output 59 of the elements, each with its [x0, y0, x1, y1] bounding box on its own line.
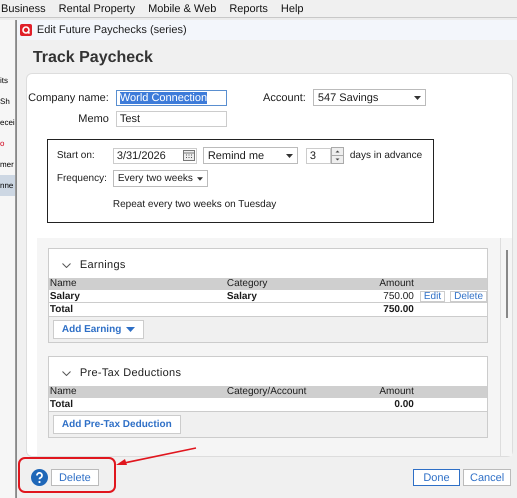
field-label: Account:	[262, 92, 307, 104]
field-label: Start on:	[56, 150, 96, 161]
section-title: Pre-Tax Deductions	[80, 367, 182, 379]
column-header: Amount	[346, 386, 414, 398]
done-button[interactable]: Done	[413, 469, 460, 486]
caret-icon	[414, 96, 421, 100]
frequency-dropdown[interactable]: Every two weeks	[112, 170, 208, 187]
column-header: Category	[226, 278, 346, 290]
menu-item[interactable]: Rental Property	[58, 2, 136, 14]
total-amount: 0.00	[393, 398, 414, 411]
days-label: days in advance	[350, 150, 422, 161]
window-title: Edit Future Paychecks (series)	[36, 24, 187, 36]
table-cell: Salary	[48, 290, 226, 303]
section-title: Earnings	[80, 259, 126, 271]
field-label: Company name:	[27, 92, 110, 104]
table-cell: Salary	[226, 290, 346, 303]
caret-icon	[196, 176, 203, 180]
reminder-dropdown[interactable]: Remind me	[202, 147, 298, 164]
caret-icon	[286, 154, 293, 158]
add-button[interactable]: Add Pre-Tax Deduction	[52, 415, 181, 434]
scrollbar[interactable]	[506, 250, 508, 318]
total-label: Total	[48, 303, 74, 316]
background-text: o	[0, 138, 6, 150]
calendar-icon[interactable]	[182, 150, 195, 161]
spinner-icon[interactable]	[330, 147, 344, 164]
row-action-button[interactable]: Edit	[420, 290, 446, 302]
menu-item[interactable]: Help	[280, 2, 304, 14]
background-text: mer	[0, 159, 15, 171]
page-heading: Track Paycheck	[32, 48, 154, 68]
total-amount: 750.00	[382, 303, 414, 316]
add-button[interactable]: Add Earning	[52, 320, 144, 339]
repeat-summary: Repeat every two weeks on Tuesday	[112, 199, 278, 210]
app-icon	[20, 24, 32, 36]
column-header: Category/Account	[226, 386, 346, 398]
days-field[interactable]: 3	[306, 148, 331, 164]
memo-field[interactable]: Test	[116, 110, 227, 126]
row-action-button[interactable]: Delete	[450, 290, 487, 302]
field-label: Frequency:	[56, 173, 107, 184]
field-label: Memo	[77, 112, 110, 124]
column-header: Amount	[346, 278, 414, 290]
company-name-field[interactable]: World Connection	[116, 90, 227, 106]
date-field[interactable]: 3/31/2026	[112, 148, 197, 164]
account-dropdown[interactable]: 547 Savings	[312, 89, 426, 106]
background-text: nne	[0, 175, 15, 196]
background-text: Sh	[0, 96, 11, 108]
cancel-button[interactable]: Cancel	[463, 469, 511, 486]
background-text: its	[0, 75, 9, 87]
background-text: ecei	[0, 117, 15, 129]
menu-item[interactable]: Business	[1, 2, 46, 14]
delete-button[interactable]: Delete	[50, 469, 99, 486]
menu-item[interactable]: Mobile & Web	[148, 2, 216, 14]
help-icon[interactable]	[30, 469, 48, 486]
column-header: Name	[48, 386, 226, 398]
chevron-icon[interactable]	[62, 370, 71, 376]
table-cell: 750.00	[346, 290, 414, 303]
menu-item[interactable]: Reports	[229, 2, 268, 14]
chevron-icon[interactable]	[62, 262, 71, 268]
total-label: Total	[48, 398, 74, 411]
column-header: Name	[48, 278, 226, 290]
